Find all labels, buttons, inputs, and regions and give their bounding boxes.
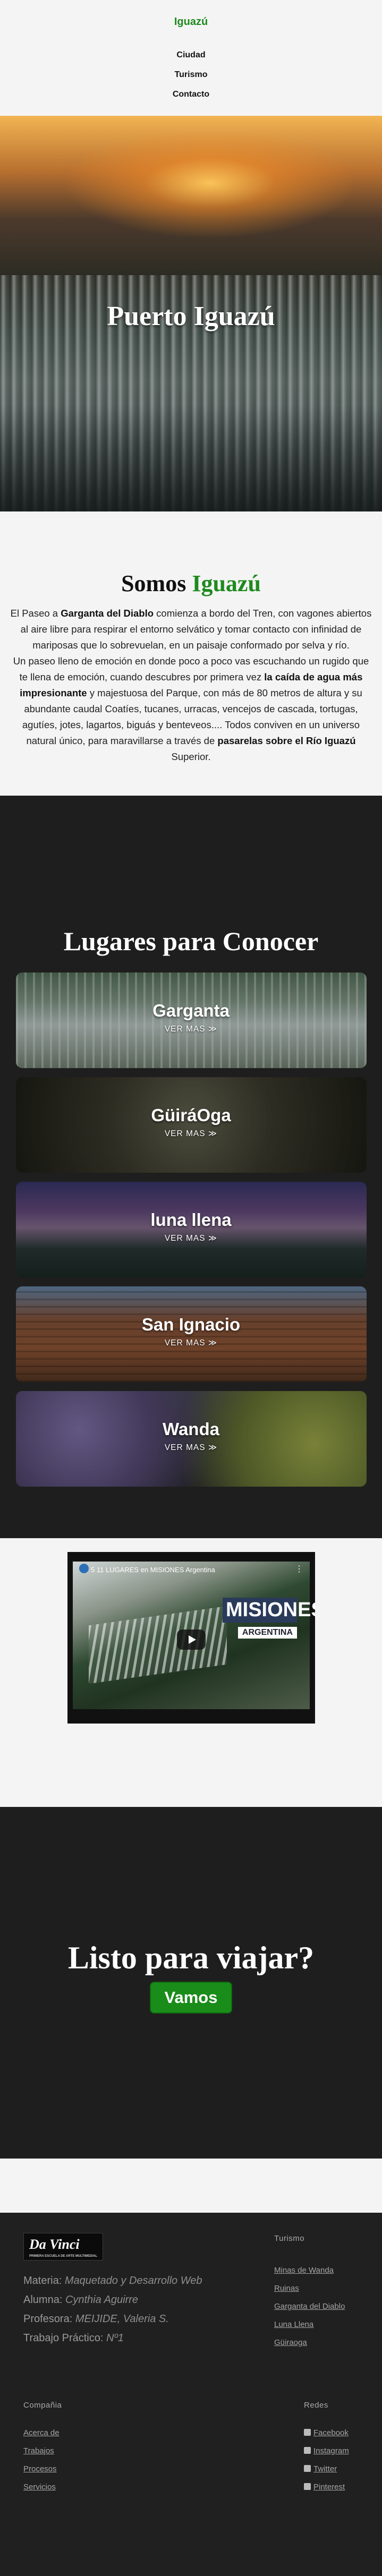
vamos-button[interactable]: Vamos (149, 1982, 233, 2014)
info-value: Cynthia Aguirre (65, 2294, 139, 2306)
video-brand-subtitle: ARGENTINA (237, 1627, 297, 1639)
place-card-guiraoga[interactable]: GüiráOga VER MAS ≫ (15, 1077, 367, 1173)
video-menu-icon[interactable]: ⋮ (295, 1564, 303, 1574)
facebook-icon (304, 2429, 311, 2436)
place-card-wanda[interactable]: Wanda VER MAS ≫ (15, 1391, 367, 1487)
ver-mas-link[interactable]: VER MAS ≫ (165, 1233, 217, 1243)
about-title: Somos Iguazú (10, 570, 372, 597)
footer-link-instagram[interactable]: Instagram (304, 2446, 349, 2455)
twitter-icon (304, 2465, 311, 2472)
ver-mas-link[interactable]: VER MAS ≫ (165, 1443, 217, 1453)
play-icon[interactable] (177, 1630, 206, 1650)
footer-link-pinterest[interactable]: Pinterest (304, 2483, 345, 2492)
place-card-title: Wanda (163, 1419, 219, 1439)
nav-item-ciudad[interactable]: Ciudad (0, 50, 382, 60)
redes-heading: Redes (304, 2401, 328, 2410)
ver-mas-link[interactable]: VER MAS ≫ (165, 1024, 217, 1034)
footer-link-luna-llena[interactable]: Luna Llena (274, 2320, 313, 2329)
place-card-garganta[interactable]: Garganta VER MAS ≫ (15, 973, 367, 1068)
text: El Paseo a (10, 608, 61, 619)
footer-link-minas-de-wanda[interactable]: Minas de Wanda (274, 2266, 334, 2275)
channel-avatar (79, 1564, 89, 1573)
footer-link-procesos[interactable]: Procesos (23, 2464, 57, 2473)
about-title-part1: Somos (121, 570, 186, 596)
compania-heading: Compañia (23, 2401, 62, 2410)
hero-banner: Puerto Iguazú (0, 116, 382, 511)
ver-mas-link[interactable]: VER MAS ≫ (165, 1129, 217, 1139)
video-brand-title: MISIONES (223, 1598, 315, 1623)
davinci-logo: Da Vinci PRIMERA ESCUELA DE ARTE MULTIME… (23, 2233, 103, 2261)
place-card-title: Garganta (152, 1001, 230, 1020)
place-card-luna-llena[interactable]: luna llena VER MAS ≫ (15, 1182, 367, 1277)
link-label: Pinterest (313, 2483, 345, 2492)
video-section: 5 11 LUGARES en MISIONES Argentina ⋮ MIS… (0, 1538, 382, 1807)
footer-link-acerca-de[interactable]: Acerca de (23, 2428, 60, 2437)
ver-mas-link[interactable]: VER MAS ≫ (165, 1338, 217, 1348)
nav-item-contacto[interactable]: Contacto (0, 90, 382, 99)
hero-shade (0, 405, 382, 511)
about-paragraph-1: El Paseo a Garganta del Diablo comienza … (10, 605, 372, 653)
site-footer: Da Vinci PRIMERA ESCUELA DE ARTE MULTIME… (0, 2213, 382, 2576)
footer-link-facebook[interactable]: Facebook (304, 2428, 349, 2437)
info-row: Trabajo Práctico: Nº1 (23, 2328, 215, 2348)
about-paragraph-2: Un paseo lleno de emoción en donde poco … (10, 653, 372, 765)
about-title-part2: Iguazú (192, 570, 261, 596)
link-label: Twitter (313, 2464, 337, 2473)
text: Superior. (171, 751, 211, 762)
footer-link-garganta-del-diablo[interactable]: Garganta del Diablo (274, 2302, 345, 2311)
turismo-heading: Turismo (274, 2234, 305, 2243)
link-label: Facebook (313, 2428, 349, 2437)
places-section: Lugares para Conocer Garganta VER MAS ≫ … (0, 796, 382, 1538)
video-overlay-brand: MISIONES ARGENTINA (223, 1598, 315, 1639)
info-label: Profesora: (23, 2313, 75, 2325)
video-embed[interactable]: 5 11 LUGARES en MISIONES Argentina ⋮ MIS… (67, 1552, 315, 1724)
info-label: Materia: (23, 2275, 65, 2287)
instagram-icon (304, 2447, 311, 2454)
site-header: Iguazú Ciudad Turismo Contacto (0, 0, 382, 116)
info-value: Nº1 (106, 2332, 124, 2344)
logo-subtitle: PRIMERA ESCUELA DE ARTE MULTIMEDIAL (29, 2255, 97, 2258)
info-row: Materia: Maquetado y Desarrollo Web (23, 2271, 215, 2290)
logo-text: Da Vinci (29, 2237, 80, 2252)
highlight: pasarelas sobre el Río Iguazú (217, 735, 356, 746)
place-card-title: GüiráOga (151, 1105, 231, 1125)
place-card-title: San Ignacio (141, 1315, 241, 1334)
place-card-san-ignacio[interactable]: San Ignacio VER MAS ≫ (15, 1286, 367, 1382)
nav-item-turismo[interactable]: Turismo (0, 70, 382, 80)
info-label: Alumna: (23, 2294, 65, 2306)
cta-section: Listo para viajar? Vamos (0, 1807, 382, 2159)
footer-link-ruinas[interactable]: Ruinas (274, 2284, 299, 2293)
pinterest-icon (304, 2483, 311, 2490)
info-value: Maquetado y Desarrollo Web (64, 2275, 202, 2287)
info-label: Trabajo Práctico: (23, 2332, 106, 2344)
info-row: Alumna: Cynthia Aguirre (23, 2290, 215, 2309)
course-info: Materia: Maquetado y Desarrollo Web Alum… (23, 2271, 215, 2348)
video-title[interactable]: 5 11 LUGARES en MISIONES Argentina (91, 1566, 215, 1574)
places-title: Lugares para Conocer (63, 926, 319, 956)
link-label: Instagram (313, 2446, 349, 2455)
info-row: Profesora: MEIJIDE, Valeria S. (23, 2309, 215, 2328)
main-nav: Ciudad Turismo Contacto (0, 50, 382, 99)
footer-link-trabajos[interactable]: Trabajos (23, 2446, 54, 2455)
footer-link-twitter[interactable]: Twitter (304, 2464, 337, 2473)
footer-link-guiraoga[interactable]: Güiraoga (274, 2338, 307, 2347)
place-card-title: luna llena (150, 1210, 232, 1230)
highlight: Garganta del Diablo (61, 608, 154, 619)
hero-title: Puerto Iguazú (107, 301, 275, 331)
about-section: Somos Iguazú El Paseo a Garganta del Dia… (0, 511, 382, 796)
info-value: MEIJIDE, Valeria S. (75, 2313, 169, 2325)
footer-link-servicios[interactable]: Servicios (23, 2483, 56, 2492)
brand-logo-link[interactable]: Iguazú (0, 16, 382, 28)
cta-title: Listo para viajar? (67, 1940, 315, 1975)
